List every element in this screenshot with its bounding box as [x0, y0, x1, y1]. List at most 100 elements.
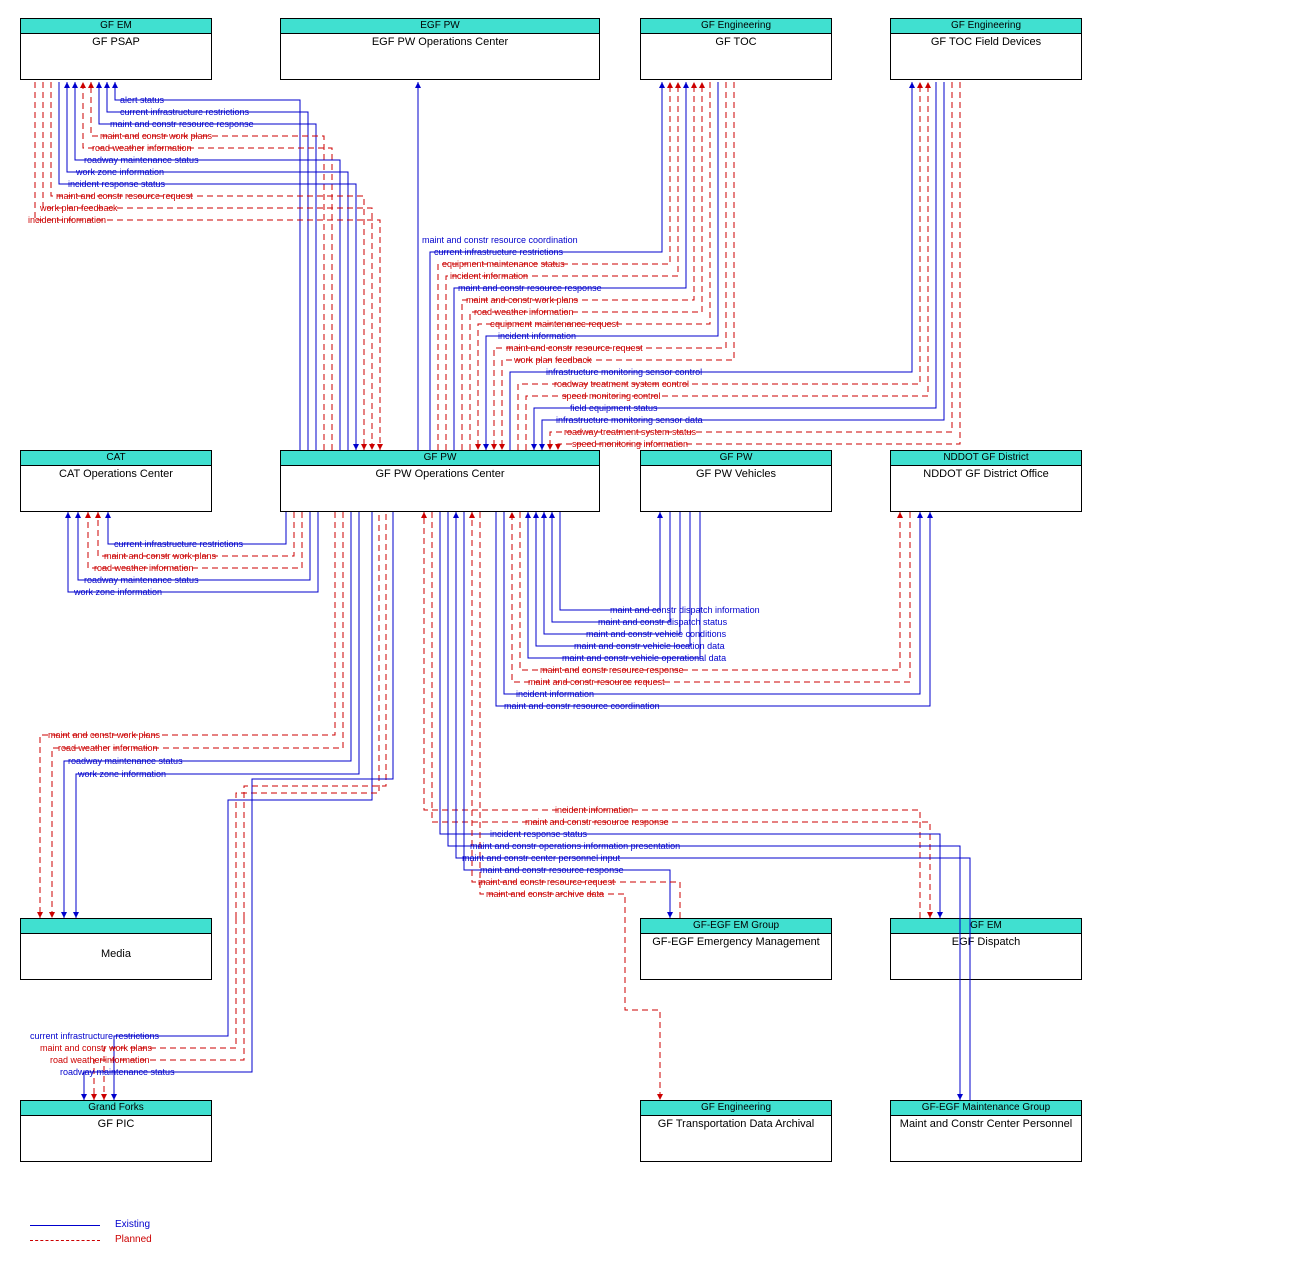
node-mccp: GF-EGF Maintenance Group Maint and Const… — [890, 1100, 1082, 1162]
node-header: CAT — [21, 451, 211, 466]
flow-label: incident information — [555, 805, 633, 815]
flow-label: work zone information — [78, 769, 166, 779]
flow-label: road weather information — [94, 563, 194, 573]
flow-label: incident information — [498, 331, 576, 341]
flow-label: maint and constr resource request — [506, 343, 643, 353]
legend-existing-line — [30, 1225, 100, 1226]
flow-label: work plan feedback — [514, 355, 592, 365]
flow-label: work plan feedback — [40, 203, 118, 213]
node-body: GF-EGF Emergency Management — [641, 934, 831, 948]
node-body: GF PW Operations Center — [281, 466, 599, 480]
flow-label: maint and constr work plans — [466, 295, 578, 305]
flow-label: maint and constr work plans — [40, 1043, 152, 1053]
flow-label: infrastructure monitoring sensor data — [556, 415, 703, 425]
flow-label: infrastructure monitoring sensor control — [546, 367, 702, 377]
flow-label: maint and constr resource response — [458, 283, 602, 293]
flow-label: maint and constr vehicle conditions — [586, 629, 726, 639]
flow-label: speed monitoring control — [562, 391, 661, 401]
node-media: Media — [20, 918, 212, 980]
legend-planned-label: Planned — [115, 1234, 152, 1245]
flow-label: current infrastructure restrictions — [114, 539, 243, 549]
node-body: GF PIC — [21, 1116, 211, 1130]
flow-label: maint and constr work plans — [100, 131, 212, 141]
node-body: CAT Operations Center — [21, 466, 211, 480]
node-gf-pw-ops: GF PW GF PW Operations Center — [280, 450, 600, 512]
node-gf-pw-vehicles: GF PW GF PW Vehicles — [640, 450, 832, 512]
flow-label: alert status — [120, 95, 164, 105]
node-cat-ops: CAT CAT Operations Center — [20, 450, 212, 512]
flow-label: work zone information — [76, 167, 164, 177]
flow-label: maint and constr dispatch status — [598, 617, 727, 627]
flow-label: maint and constr resource coordination — [422, 235, 578, 245]
node-header: EGF PW — [281, 19, 599, 34]
flow-label: roadway maintenance status — [60, 1067, 175, 1077]
node-body: GF PSAP — [21, 34, 211, 48]
node-header: GF-EGF Maintenance Group — [891, 1101, 1081, 1116]
flow-label: maint and constr work plans — [104, 551, 216, 561]
node-gf-toc-field: GF Engineering GF TOC Field Devices — [890, 18, 1082, 80]
flow-label: incident information — [450, 271, 528, 281]
flow-label: work zone information — [74, 587, 162, 597]
node-gf-pic: Grand Forks GF PIC — [20, 1100, 212, 1162]
flow-label: current infrastructure restrictions — [120, 107, 249, 117]
flow-label: maint and constr vehicle operational dat… — [562, 653, 726, 663]
node-body: NDDOT GF District Office — [891, 466, 1081, 480]
node-body: GF Transportation Data Archival — [641, 1116, 831, 1130]
node-egf-dispatch: GF EM EGF Dispatch — [890, 918, 1082, 980]
flow-label: roadway treatment system status — [564, 427, 696, 437]
flow-label: road weather information — [474, 307, 574, 317]
node-header: GF EM — [21, 19, 211, 34]
node-body: GF PW Vehicles — [641, 466, 831, 480]
flow-label: incident response status — [490, 829, 587, 839]
flow-label: roadway maintenance status — [84, 155, 199, 165]
node-body: EGF Dispatch — [891, 934, 1081, 948]
flow-label: speed monitoring information — [572, 439, 688, 449]
node-body: Maint and Constr Center Personnel — [891, 1116, 1081, 1130]
legend-planned-line — [30, 1240, 100, 1241]
flow-label: road weather information — [92, 143, 192, 153]
node-body: EGF PW Operations Center — [281, 34, 599, 48]
node-header: GF-EGF EM Group — [641, 919, 831, 934]
flow-label: equipment maintenance request — [490, 319, 619, 329]
flow-label: roadway maintenance status — [68, 756, 183, 766]
node-header: NDDOT GF District — [891, 451, 1081, 466]
flow-label: maint and constr dispatch information — [610, 605, 760, 615]
flow-label: maint and constr center personnel input — [462, 853, 620, 863]
node-egf-pw-ops: EGF PW EGF PW Operations Center — [280, 18, 600, 80]
node-body: GF TOC Field Devices — [891, 34, 1081, 48]
flow-label: maint and constr resource coordination — [504, 701, 660, 711]
flow-label: maint and constr vehicle location data — [574, 641, 725, 651]
flow-label: incident response status — [68, 179, 165, 189]
legend-existing-label: Existing — [115, 1219, 150, 1230]
node-header: Grand Forks — [21, 1101, 211, 1116]
flow-label: maint and constr resource request — [478, 877, 615, 887]
node-header — [21, 919, 211, 934]
flow-label: incident information — [28, 215, 106, 225]
flow-label: maint and constr resource response — [540, 665, 684, 675]
node-header: GF PW — [641, 451, 831, 466]
flow-label: incident information — [516, 689, 594, 699]
flow-label: equipment maintenance status — [442, 259, 565, 269]
node-body: GF TOC — [641, 34, 831, 48]
node-gf-egf-em: GF-EGF EM Group GF-EGF Emergency Managem… — [640, 918, 832, 980]
flow-label: roadway treatment system control — [554, 379, 689, 389]
node-gf-psap: GF EM GF PSAP — [20, 18, 212, 80]
flow-label: maint and constr resource response — [525, 817, 669, 827]
flow-label: maint and constr resource request — [56, 191, 193, 201]
node-header: GF PW — [281, 451, 599, 466]
flow-label: current infrastructure restrictions — [434, 247, 563, 257]
flow-label: maint and constr operations information … — [470, 841, 680, 851]
node-header: GF Engineering — [891, 19, 1081, 34]
flow-label: current infrastructure restrictions — [30, 1031, 159, 1041]
node-header: GF EM — [891, 919, 1081, 934]
flow-label: maint and constr archive data — [486, 889, 604, 899]
flow-label: maint and constr resource request — [528, 677, 665, 687]
node-nddot: NDDOT GF District NDDOT GF District Offi… — [890, 450, 1082, 512]
flow-label: roadway maintenance status — [84, 575, 199, 585]
flow-label: maint and constr work plans — [48, 730, 160, 740]
flow-label: maint and constr resource response — [110, 119, 254, 129]
flow-label: road weather information — [50, 1055, 150, 1065]
flow-label: road weather information — [58, 743, 158, 753]
node-gf-toc: GF Engineering GF TOC — [640, 18, 832, 80]
node-header: GF Engineering — [641, 19, 831, 34]
